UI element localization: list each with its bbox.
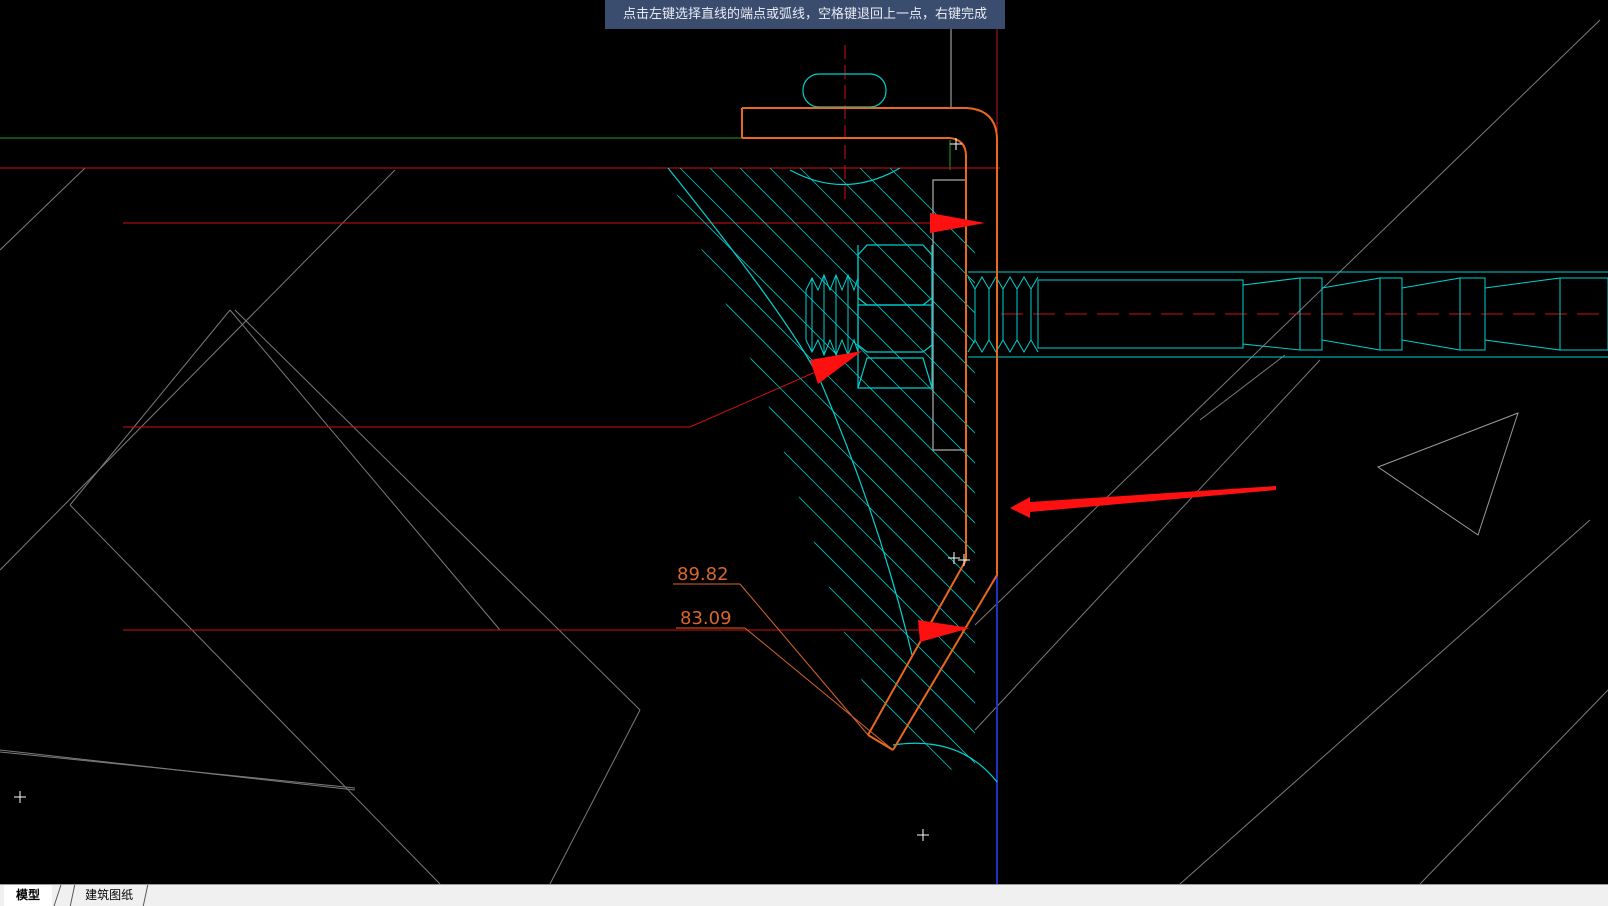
cad-window: 89.82 83.09 点击左键选择直线的端点或弧线，空格键退回上一点，右键完成…: [0, 0, 1608, 906]
red-lines: [0, 45, 1608, 631]
anchor-rod: [967, 271, 1608, 358]
arrow-bottom: [918, 620, 970, 642]
tab-architectural-drawing[interactable]: 建筑图纸: [69, 885, 149, 906]
drawing-canvas[interactable]: 89.82 83.09: [0, 0, 1608, 884]
dimension-label-1[interactable]: 89.82: [677, 564, 729, 585]
dimension-label-2[interactable]: 83.09: [680, 608, 732, 629]
arrow-top: [930, 213, 985, 233]
hatch-pattern: [665, 168, 975, 780]
command-prompt-bar: 点击左键选择直线的端点或弧线，空格键退回上一点，右键完成: [605, 0, 1005, 29]
triangle-marker: [1376, 412, 1519, 536]
bent-plate-profile[interactable]: [741, 107, 998, 751]
tab-model[interactable]: 模型: [4, 885, 53, 906]
crosshair-marks: [14, 138, 970, 841]
construction-lines: [0, 19, 1608, 884]
layout-tab-bar: 模型 建筑图纸: [0, 884, 1608, 906]
stud-thread-left: [805, 273, 859, 357]
arrow-middle: [810, 351, 862, 384]
hex-nut: [857, 244, 933, 389]
arrow-right-pointer: [1010, 486, 1276, 518]
tab-architectural-drawing-label: 建筑图纸: [85, 888, 134, 902]
